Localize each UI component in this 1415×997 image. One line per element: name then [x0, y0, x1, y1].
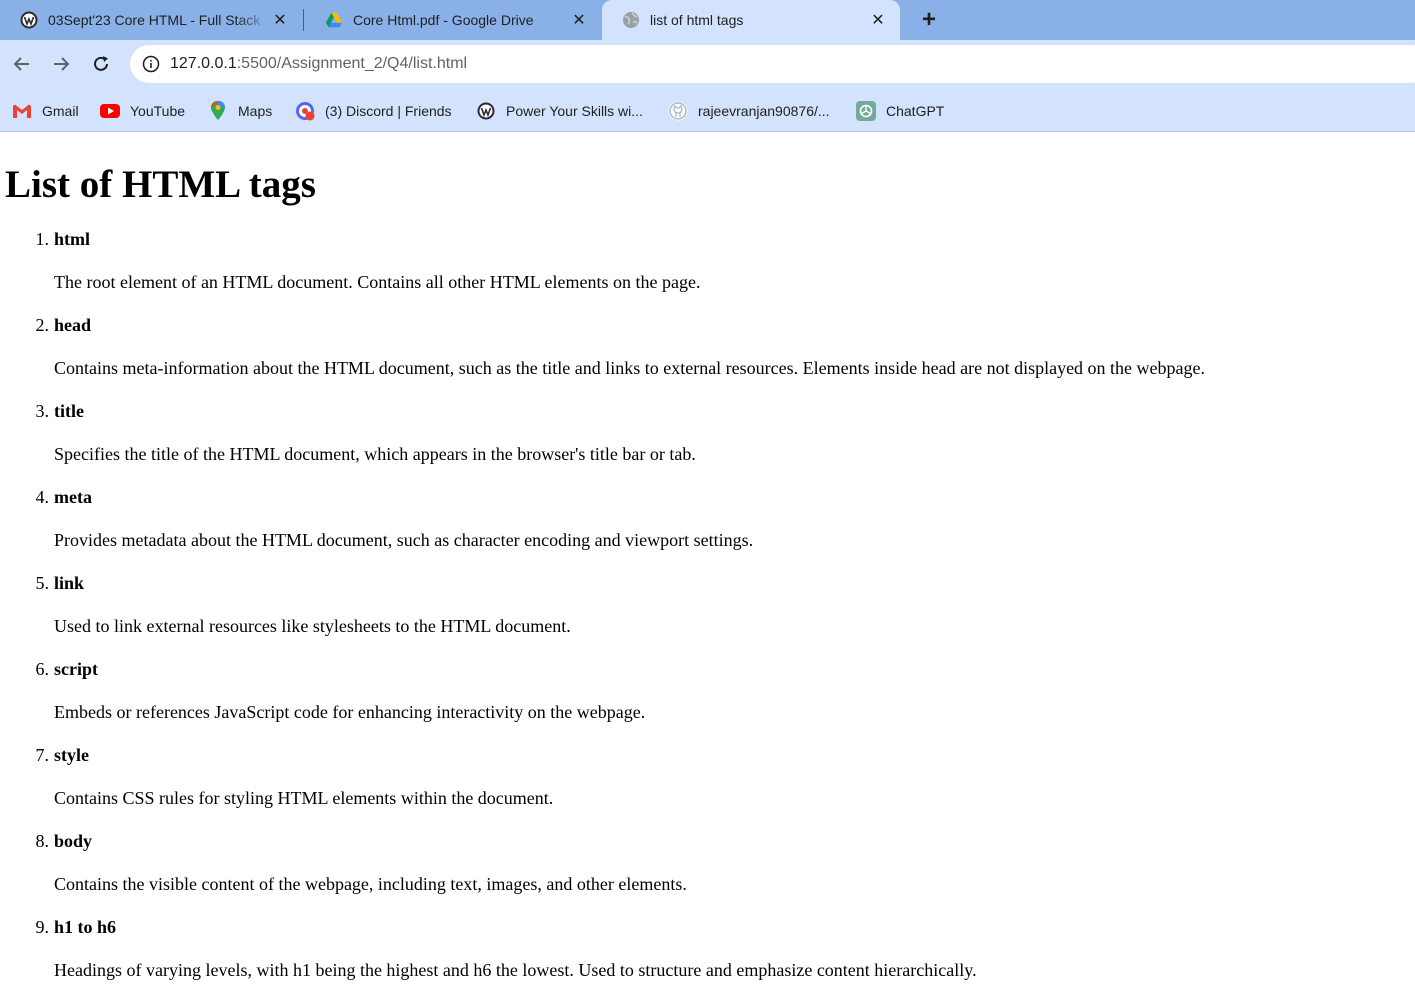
bookmark-power-your-skills[interactable]: Power Your Skills wi... [476, 100, 643, 122]
bookmark-youtube[interactable]: YouTube [100, 100, 185, 122]
chatgpt-icon [856, 101, 876, 121]
wordpress-icon [476, 101, 496, 121]
tab-core-html-pdf[interactable]: Core Html.pdf - Google Drive ✕ [305, 0, 601, 40]
tag-description: Contains CSS rules for styling HTML elem… [54, 788, 554, 808]
new-tab-button[interactable]: + [914, 5, 944, 35]
item-number: 1. [35, 229, 50, 249]
globe-icon [622, 11, 640, 29]
item-number: 5. [35, 573, 50, 593]
bookmark-chatgpt[interactable]: ChatGPT [856, 100, 944, 122]
tab-list-of-html-tags[interactable]: list of html tags ✕ [602, 0, 900, 40]
item-number: 9. [35, 917, 50, 937]
item-number: 8. [35, 831, 50, 851]
browser-toolbar: 127.0.0.1:5500/Assignment_2/Q4/list.html [0, 40, 1415, 90]
page-heading: List of HTML tags [5, 163, 316, 206]
youtube-icon [100, 101, 120, 121]
tab-title: 03Sept'23 Core HTML - Full Stack [48, 12, 261, 28]
tag-description: Specifies the title of the HTML document… [54, 444, 696, 464]
back-arrow-icon [13, 57, 29, 71]
close-tab-icon[interactable]: ✕ [270, 10, 290, 30]
tag-description: Used to link external resources like sty… [54, 616, 571, 636]
gmail-icon [12, 101, 32, 121]
forward-button[interactable] [48, 51, 74, 77]
tag-name: link [54, 573, 85, 593]
tag-name: html [54, 229, 90, 249]
tab-title: list of html tags [650, 12, 744, 28]
tag-name: body [54, 831, 93, 851]
bookmark-maps[interactable]: Maps [208, 100, 272, 122]
tag-description: Contains the visible content of the webp… [54, 874, 687, 894]
url-host: 127.0.0.1 [170, 55, 237, 72]
tag-name: style [54, 745, 89, 765]
discord-icon [295, 101, 315, 121]
tag-description: Headings of varying levels, with h1 bein… [54, 960, 977, 980]
tag-description: The root element of an HTML document. Co… [54, 272, 701, 292]
tag-name: meta [54, 487, 92, 507]
tab-title: Core Html.pdf - Google Drive [353, 12, 534, 28]
item-number: 3. [35, 401, 50, 421]
maps-icon [208, 101, 228, 121]
bookmark-label: Gmail [42, 103, 79, 119]
bookmark-discord[interactable]: (3) Discord | Friends [295, 100, 452, 122]
bookmark-github[interactable]: rajeevranjan90876/... [668, 100, 830, 122]
bookmark-label: Power Your Skills wi... [506, 103, 643, 119]
tag-description: Embeds or references JavaScript code for… [54, 702, 646, 722]
tag-name: script [54, 659, 98, 679]
bookmark-label: rajeevranjan90876/... [698, 103, 830, 119]
close-tab-icon[interactable]: ✕ [868, 10, 888, 30]
item-number: 7. [35, 745, 50, 765]
reload-icon [94, 56, 108, 71]
item-number: 2. [35, 315, 50, 335]
bookmark-label: YouTube [130, 103, 186, 119]
bookmarks-bar: Gmail YouTube Maps (3) Discord | Friends… [0, 90, 1415, 132]
forward-arrow-icon [54, 57, 70, 71]
tag-description: Contains meta-information about the HTML… [54, 358, 1206, 378]
bookmark-gmail[interactable]: Gmail [12, 100, 79, 122]
tag-name: h1 to h6 [54, 917, 117, 937]
wordpress-icon [20, 11, 38, 29]
url-path: :5500/Assignment_2/Q4/list.html [236, 55, 468, 72]
site-info-icon[interactable] [142, 55, 160, 73]
tab-core-html-full-stack[interactable]: 03Sept'23 Core HTML - Full Stack ✕ [0, 0, 302, 40]
bookmark-label: (3) Discord | Friends [325, 103, 452, 119]
close-tab-icon[interactable]: ✕ [569, 10, 589, 30]
github-icon [668, 101, 688, 121]
reload-button[interactable] [88, 51, 114, 77]
bookmark-label: ChatGPT [886, 103, 945, 119]
tag-name: title [54, 401, 84, 421]
tab-strip: 03Sept'23 Core HTML - Full Stack ✕ Core … [0, 0, 1415, 40]
bookmark-label: Maps [238, 103, 273, 119]
tag-name: head [54, 315, 92, 335]
tag-description: Provides metadata about the HTML documen… [54, 530, 754, 550]
back-button[interactable] [9, 51, 35, 77]
address-bar[interactable]: 127.0.0.1:5500/Assignment_2/Q4/list.html [130, 45, 1415, 83]
url-text[interactable]: 127.0.0.1:5500/Assignment_2/Q4/list.html [170, 55, 467, 73]
item-number: 6. [35, 659, 50, 679]
google-drive-icon [325, 11, 343, 29]
item-number: 4. [35, 487, 50, 507]
tab-separator [303, 9, 304, 31]
page-content: List of HTML tags 1. html The root eleme… [0, 133, 1415, 997]
